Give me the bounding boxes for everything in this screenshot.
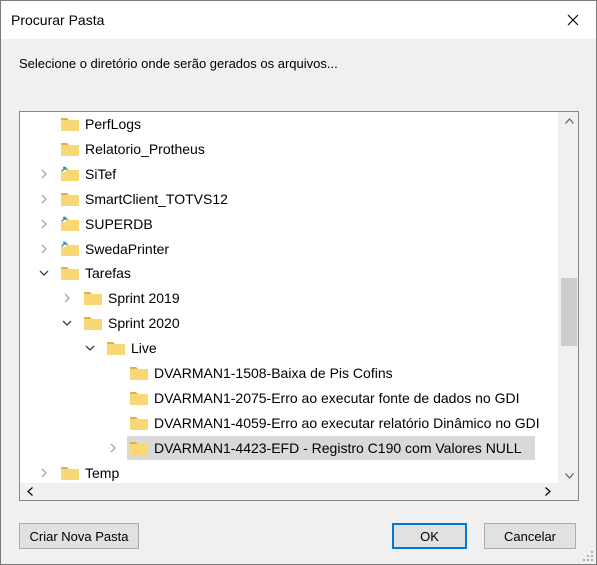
chevron-right-icon[interactable] bbox=[61, 292, 73, 304]
scroll-down-button[interactable] bbox=[559, 467, 578, 484]
chevron-right-icon bbox=[545, 487, 551, 496]
shared-folder-icon bbox=[61, 166, 79, 181]
chevron-right-icon[interactable] bbox=[107, 442, 119, 454]
chevron-down-icon[interactable] bbox=[84, 342, 96, 354]
tree-item-label: DVARMAN1-4423-EFD - Registro C190 com Va… bbox=[154, 439, 522, 456]
scroll-left-button[interactable] bbox=[20, 483, 40, 500]
close-button[interactable] bbox=[550, 1, 596, 39]
tree-item-label: Relatorio_Protheus bbox=[85, 140, 205, 157]
scroll-up-button[interactable] bbox=[559, 112, 578, 129]
folder-icon bbox=[61, 192, 79, 206]
cancel-button[interactable]: Cancelar bbox=[484, 523, 576, 549]
folder-icon bbox=[130, 416, 148, 430]
tree-item[interactable]: DVARMAN1-4423-EFD - Registro C190 com Va… bbox=[20, 435, 558, 460]
dialog-description: Selecione o diretório onde serão gerados… bbox=[19, 56, 338, 71]
folder-icon bbox=[61, 142, 79, 156]
folder-icon bbox=[107, 342, 125, 356]
folder-icon bbox=[130, 391, 148, 405]
folder-icon bbox=[130, 367, 148, 380]
dialog-title: Procurar Pasta bbox=[11, 12, 105, 28]
tree-item[interactable]: SwedaPrinter bbox=[20, 237, 558, 261]
horizontal-scrollbar[interactable] bbox=[20, 483, 558, 500]
tree-item-label: Tarefas bbox=[85, 265, 131, 282]
vertical-scroll-thumb[interactable] bbox=[561, 278, 577, 346]
scroll-right-button[interactable] bbox=[538, 483, 558, 500]
tree-item-label: SmartClient_TOTVS12 bbox=[85, 190, 228, 207]
folder-icon bbox=[84, 292, 102, 306]
tree-item[interactable]: SmartClient_TOTVS12 bbox=[20, 187, 558, 211]
chevron-down-icon[interactable] bbox=[38, 267, 50, 279]
chevron-right-icon[interactable] bbox=[38, 467, 50, 479]
tree-item-label: DVARMAN1-4059-Erro ao executar relatório… bbox=[154, 414, 540, 431]
chevron-right-icon[interactable] bbox=[38, 218, 50, 230]
title-bar: Procurar Pasta bbox=[1, 1, 596, 39]
tree-item[interactable]: DVARMAN1-4059-Erro ao executar relatório… bbox=[20, 411, 558, 435]
vertical-scrollbar[interactable] bbox=[558, 112, 578, 484]
tree-item-label: SUPERDB bbox=[85, 215, 153, 232]
tree-item[interactable]: SUPERDB bbox=[20, 212, 558, 236]
chevron-down-icon[interactable] bbox=[61, 317, 73, 329]
close-icon bbox=[567, 14, 579, 26]
shared-folder-icon bbox=[61, 241, 79, 256]
tree-item[interactable]: Live bbox=[20, 336, 558, 360]
new-folder-button[interactable]: Criar Nova Pasta bbox=[19, 523, 139, 549]
folder-icon bbox=[61, 466, 79, 480]
ok-button[interactable]: OK bbox=[392, 523, 467, 549]
chevron-right-icon[interactable] bbox=[38, 168, 50, 180]
tree-item[interactable]: Tarefas bbox=[20, 261, 558, 285]
tree-item-label: SiTef bbox=[85, 165, 117, 182]
tree-item-label: DVARMAN1-1508-Baixa de Pis Cofins bbox=[154, 365, 393, 381]
folder-icon bbox=[61, 267, 79, 281]
tree-item[interactable]: Sprint 2019 bbox=[20, 286, 558, 310]
tree-item-label: SwedaPrinter bbox=[85, 240, 170, 257]
browse-folder-dialog: Procurar Pasta Selecione o diretório ond… bbox=[0, 0, 597, 565]
folder-icon bbox=[61, 118, 79, 131]
tree-item-label: Live bbox=[131, 340, 157, 357]
chevron-left-icon bbox=[27, 487, 33, 496]
tree-item[interactable]: PerfLogs bbox=[20, 112, 558, 136]
resize-grip-icon[interactable] bbox=[582, 550, 594, 562]
tree-item[interactable]: DVARMAN1-2075-Erro ao executar fonte de … bbox=[20, 386, 558, 410]
folder-tree-rows: PerfLogs Relatorio_Protheus SiTef SmartClie… bbox=[20, 112, 558, 484]
tree-item-label: Temp bbox=[85, 464, 120, 481]
tree-item[interactable]: Sprint 2020 bbox=[20, 311, 558, 335]
tree-item-label: Sprint 2020 bbox=[108, 315, 180, 332]
folder-icon bbox=[84, 317, 102, 331]
tree-item[interactable]: DVARMAN1-1508-Baixa de Pis Cofins bbox=[20, 361, 558, 385]
chevron-up-icon bbox=[564, 117, 574, 124]
tree-item-label: DVARMAN1-2075-Erro ao executar fonte de … bbox=[154, 389, 520, 406]
chevron-right-icon[interactable] bbox=[38, 193, 50, 205]
folder-tree[interactable]: PerfLogs Relatorio_Protheus SiTef SmartClie… bbox=[19, 111, 579, 501]
scrollbar-corner bbox=[558, 483, 578, 500]
shared-folder-icon bbox=[61, 216, 79, 231]
tree-item-label: Sprint 2019 bbox=[108, 290, 180, 307]
tree-item-label: PerfLogs bbox=[85, 116, 142, 132]
chevron-down-icon bbox=[564, 472, 574, 479]
tree-item[interactable]: Temp bbox=[20, 461, 558, 484]
folder-icon bbox=[130, 441, 148, 455]
chevron-right-icon[interactable] bbox=[38, 243, 50, 255]
tree-item[interactable]: SiTef bbox=[20, 162, 558, 186]
tree-item[interactable]: Relatorio_Protheus bbox=[20, 137, 558, 161]
